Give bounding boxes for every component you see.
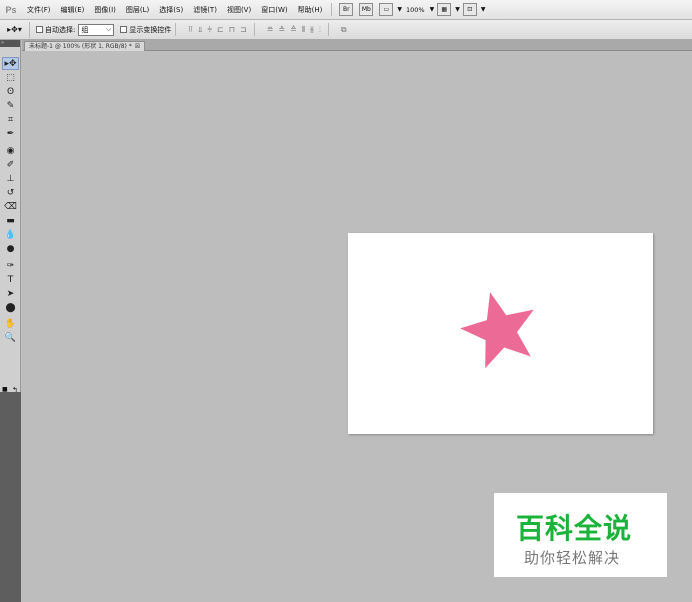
eraser-tool-icon[interactable]: ⌫	[2, 200, 19, 213]
close-tab-icon[interactable]: ☒	[135, 43, 140, 50]
bridge-button[interactable]: Br	[339, 3, 354, 16]
toolbox-empty-area	[0, 392, 21, 602]
distribute-left-icon[interactable]: ⫴	[302, 25, 306, 35]
brush-tool-icon[interactable]: ✐	[2, 158, 19, 171]
dropdown-arrow-icon[interactable]: ▼	[397, 6, 402, 13]
menu-edit[interactable]: 编辑(E)	[56, 5, 90, 15]
align-buttons-group: ⫪ ⫫ ⫩ ⊏ ⊓ ⊐	[186, 25, 249, 35]
options-bar: ▸✥▾ 自动选择: 组 ⌵ 显示变换控件 ⫪ ⫫ ⫩ ⊏ ⊓ ⊐ ≘ ≗ ≙ ⫴…	[0, 20, 692, 40]
dodge-tool-icon[interactable]: ●	[2, 242, 19, 255]
show-transform-label: 显示变换控件	[129, 25, 172, 34]
screen-mode-dropdown-icon[interactable]: ▼	[481, 6, 486, 13]
healing-brush-tool-icon[interactable]: ◉	[2, 144, 19, 157]
menu-bar: Ps 文件(F) 编辑(E) 图像(I) 图层(L) 选择(S) 滤镜(T) 视…	[0, 0, 692, 20]
quick-select-tool-icon[interactable]: ✎	[2, 99, 19, 112]
document-tab-title: 未标题-1 @ 100% (形状 1, RGB/8) *	[29, 43, 132, 50]
zoom-level[interactable]: 100%	[406, 6, 425, 14]
gradient-tool-icon[interactable]: ▬	[2, 214, 19, 227]
distribute-right-icon[interactable]: ⫶	[319, 25, 322, 35]
options-separator	[175, 23, 177, 36]
path-select-tool-icon[interactable]: ➤	[2, 287, 19, 300]
shape-tool-icon[interactable]: ⬤	[2, 301, 19, 314]
auto-select-label: 自动选择:	[45, 25, 76, 34]
arrange-dropdown-icon[interactable]: ▼	[455, 6, 460, 13]
marquee-tool-icon[interactable]: ⬚	[2, 71, 19, 84]
document-tab[interactable]: 未标题-1 @ 100% (形状 1, RGB/8) * ☒	[24, 41, 146, 51]
options-separator	[327, 23, 329, 36]
auto-select-checkbox[interactable]: 自动选择:	[36, 25, 75, 35]
checkbox-box[interactable]	[120, 26, 128, 33]
distribute-bottom-icon[interactable]: ≙	[290, 25, 298, 34]
document-tab-strip: 未标题-1 @ 100% (形状 1, RGB/8) * ☒	[22, 40, 692, 51]
move-tool-icon[interactable]: ▸✥	[2, 57, 19, 70]
star-shape	[460, 292, 534, 369]
auto-select-value: 组	[81, 25, 89, 34]
app-logo: Ps	[5, 4, 17, 15]
menu-view[interactable]: 视图(V)	[222, 5, 256, 15]
mini-bridge-button[interactable]: Mb	[359, 3, 374, 16]
align-right-icon[interactable]: ⊐	[240, 25, 248, 34]
clone-stamp-tool-icon[interactable]: ⊥	[2, 172, 19, 185]
blur-tool-icon[interactable]: 💧	[2, 228, 19, 241]
watermark-subtitle: 助你轻松解决	[524, 549, 621, 567]
eyedropper-tool-icon[interactable]: ✒	[2, 127, 19, 140]
menu-help[interactable]: 帮助(H)	[293, 5, 328, 15]
panel-grip[interactable]: »	[0, 40, 20, 47]
auto-align-icon[interactable]: ⧉	[341, 25, 348, 35]
hand-tool-icon[interactable]: ✋	[2, 317, 19, 330]
lasso-tool-icon[interactable]: ʘ	[2, 85, 19, 98]
auto-align-button[interactable]: ⧉	[339, 25, 350, 35]
menu-layer[interactable]: 图层(L)	[121, 5, 154, 15]
crop-tool-icon[interactable]: ⌗	[2, 113, 19, 126]
align-vcenter-icon[interactable]: ⫫	[198, 25, 204, 35]
distribute-buttons-group: ≘ ≗ ≙ ⫴ ⫵ ⫶	[265, 25, 324, 35]
zoom-tool-icon[interactable]: 🔍	[2, 331, 19, 344]
checkbox-box[interactable]	[36, 26, 43, 33]
show-transform-checkbox[interactable]: 显示变换控件	[120, 25, 171, 35]
menu-window[interactable]: 窗口(W)	[256, 5, 292, 15]
arrange-documents-button[interactable]: ▦	[437, 3, 452, 16]
watermark-title: 百科全说	[516, 512, 633, 545]
history-brush-tool-icon[interactable]: ↺	[2, 186, 19, 199]
distribute-hcenter-icon[interactable]: ⫵	[310, 25, 315, 35]
star-shape-layer[interactable]	[348, 233, 653, 434]
zoom-dropdown-icon[interactable]: ▼	[430, 6, 435, 13]
document-canvas[interactable]	[348, 233, 653, 434]
auto-select-dropdown[interactable]: 组 ⌵	[78, 23, 115, 36]
menu-select[interactable]: 选择(S)	[154, 5, 188, 15]
type-tool-icon[interactable]: T	[2, 273, 19, 286]
align-top-icon[interactable]: ⫪	[188, 25, 194, 35]
menu-image[interactable]: 图像(I)	[89, 5, 121, 15]
screen-mode-button[interactable]: ⊡	[462, 3, 477, 16]
options-separator	[253, 23, 255, 36]
menu-filter[interactable]: 滤镜(T)	[188, 5, 222, 15]
chevron-down-icon: ⌵	[106, 25, 112, 33]
align-hcenter-icon[interactable]: ⊓	[229, 25, 236, 34]
distribute-vcenter-icon[interactable]: ≗	[278, 25, 286, 34]
align-bottom-icon[interactable]: ⫩	[207, 25, 213, 35]
distribute-top-icon[interactable]: ≘	[267, 25, 275, 34]
view-extras-button[interactable]: ▭	[379, 3, 394, 16]
watermark-badge: 百科全说 助你轻松解决	[494, 493, 667, 577]
align-left-icon[interactable]: ⊏	[217, 25, 225, 34]
menu-file[interactable]: 文件(F)	[22, 5, 56, 15]
pen-tool-icon[interactable]: ✑	[2, 259, 19, 272]
tool-preset-picker[interactable]: ▸✥▾	[0, 21, 30, 38]
menu-separator	[331, 3, 333, 16]
